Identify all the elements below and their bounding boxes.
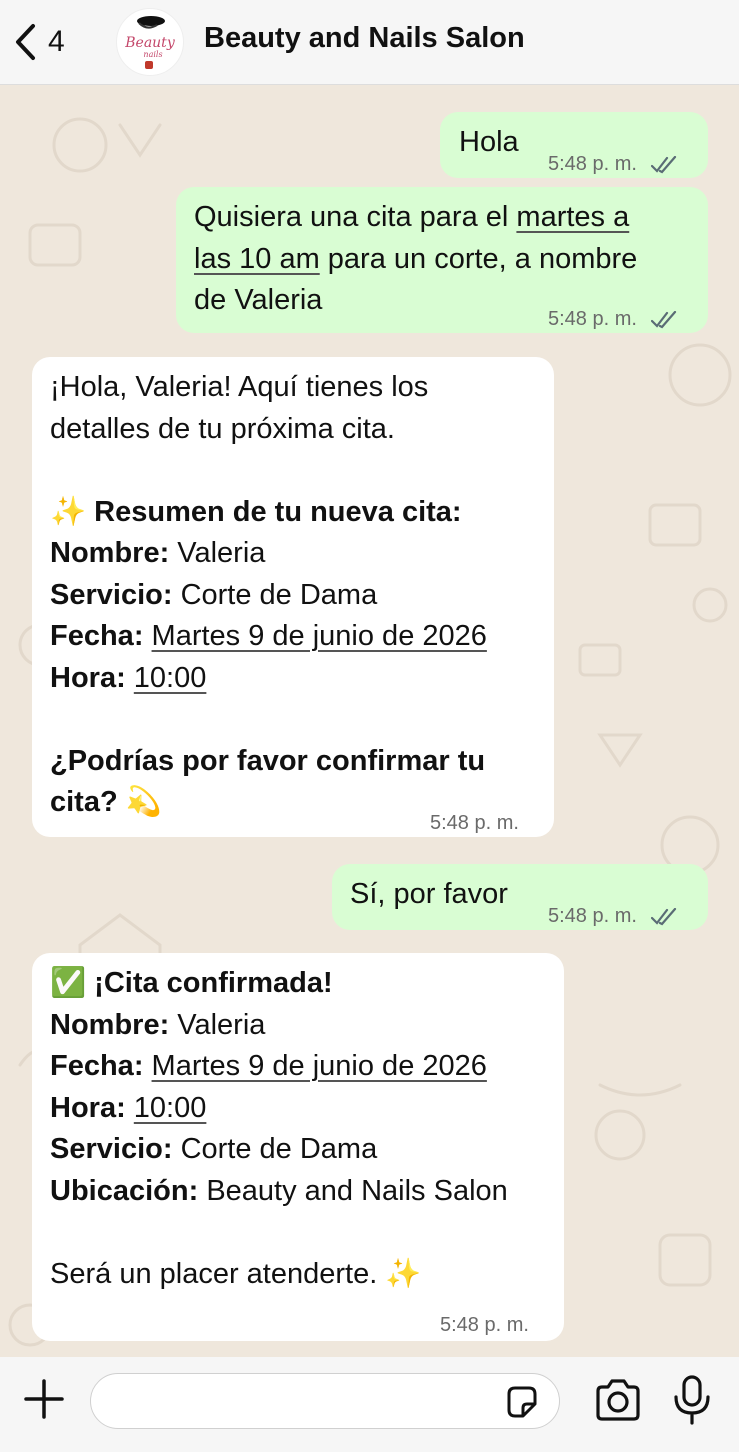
- double-check-icon: [650, 907, 676, 926]
- field-value: Valeria: [177, 537, 266, 569]
- field-value: Corte de Dama: [180, 578, 378, 611]
- svg-text:nails: nails: [143, 50, 162, 59]
- microphone-icon[interactable]: [672, 1375, 712, 1425]
- message-time: 5:48 p. m.: [548, 905, 637, 927]
- chevron-left-icon: [16, 24, 35, 60]
- message-time: 5:48 p. m.: [548, 153, 637, 175]
- field-value: Beauty and Nails Salon: [206, 1174, 508, 1207]
- sticker-icon[interactable]: [503, 1384, 539, 1420]
- message-meta: 5:48 p. m.: [548, 896, 679, 938]
- salon-logo: Beauty nails: [124, 16, 176, 69]
- avatar[interactable]: Beauty nails: [116, 8, 184, 76]
- message-outgoing[interactable]: Hola 5:48 p. m.: [440, 112, 708, 178]
- confirm-question: ¿Podrías por favor confirmar tu: [50, 744, 486, 777]
- date-link[interactable]: martes a: [516, 201, 629, 233]
- message-incoming[interactable]: ✅ ¡Cita confirmada! Nombre: Valeria Fech…: [32, 953, 564, 1341]
- field-label: Ubicación:: [50, 1174, 199, 1207]
- chat-header: 4 Beauty nails Beauty and Nails Salon: [0, 0, 739, 85]
- plus-icon[interactable]: [22, 1377, 66, 1421]
- field-value: Valeria: [177, 1008, 266, 1041]
- chat-area[interactable]: Hola 5:48 p. m. Quisiera una cita para e…: [0, 85, 739, 1357]
- message-meta: 5:48 p. m.: [548, 144, 679, 186]
- message-outgoing[interactable]: Sí, por favor 5:48 p. m.: [332, 864, 708, 930]
- message-line: las 10 am para un corte, a nombre: [194, 239, 690, 281]
- confirmation-title: ✅ ¡Cita confirmada!: [50, 967, 333, 999]
- message-text: para un corte, a nombre: [319, 242, 638, 275]
- field-row: Nombre: Valeria: [50, 533, 536, 575]
- message-time: 5:48 p. m.: [430, 812, 519, 834]
- double-check-icon: [650, 155, 676, 174]
- unread-count: 4: [48, 25, 65, 58]
- summary-title: ✨ Resumen de tu nueva cita:: [50, 495, 462, 528]
- date-link[interactable]: Martes 9 de junio de 2026: [152, 1050, 487, 1082]
- closing-text: Será un placer atenderte. ✨: [50, 1257, 422, 1290]
- field-row: Servicio: Corte de Dama: [50, 575, 536, 617]
- field-label: Fecha:: [50, 620, 144, 652]
- field-row: Ubicación: Beauty and Nails Salon: [50, 1171, 546, 1213]
- field-label: Hora:: [50, 1091, 126, 1124]
- field-label: Nombre:: [50, 1008, 170, 1041]
- field-label: Fecha:: [50, 1050, 144, 1082]
- date-link[interactable]: las 10 am: [194, 243, 320, 275]
- field-row: Fecha: Martes 9 de junio de 2026: [50, 1046, 546, 1088]
- field-label: Servicio:: [50, 578, 173, 611]
- message-outgoing[interactable]: Quisiera una cita para el martes a las 1…: [176, 187, 708, 333]
- field-label: Servicio:: [50, 1133, 173, 1165]
- double-check-icon: [650, 310, 676, 329]
- message-incoming[interactable]: ¡Hola, Valeria! Aquí tienes los detalles…: [32, 357, 554, 837]
- message-text: detalles de tu próxima cita.: [50, 412, 395, 445]
- composer-bar: [0, 1357, 739, 1452]
- field-row: Fecha: Martes 9 de junio de 2026: [50, 616, 536, 658]
- field-row: Nombre: Valeria: [50, 1005, 546, 1047]
- message-text: Quisiera una cita para el: [194, 201, 517, 233]
- field-value: Corte de Dama: [180, 1133, 378, 1165]
- field-label: Hora:: [50, 661, 126, 694]
- time-link[interactable]: 10:00: [134, 1092, 207, 1124]
- date-link[interactable]: Martes 9 de junio de 2026: [152, 620, 487, 652]
- field-label: Nombre:: [50, 537, 170, 569]
- back-button[interactable]: 4: [14, 20, 84, 64]
- svg-text:Beauty: Beauty: [124, 35, 176, 51]
- field-row: Hora: 10:00: [50, 1088, 546, 1130]
- message-text: ¡Hola, Valeria! Aquí tienes los: [50, 371, 429, 403]
- message-line: Quisiera una cita para el martes a: [194, 197, 690, 239]
- time-link[interactable]: 10:00: [134, 662, 207, 694]
- contact-name[interactable]: Beauty and Nails Salon: [204, 22, 525, 55]
- field-row: Hora: 10:00: [50, 658, 536, 700]
- field-row: Servicio: Corte de Dama: [50, 1129, 546, 1171]
- message-input[interactable]: [90, 1373, 560, 1429]
- message-time: 5:48 p. m.: [440, 1314, 529, 1336]
- message-meta: 5:48 p. m.: [548, 299, 679, 341]
- message-time: 5:48 p. m.: [548, 308, 637, 330]
- camera-icon[interactable]: [594, 1379, 642, 1421]
